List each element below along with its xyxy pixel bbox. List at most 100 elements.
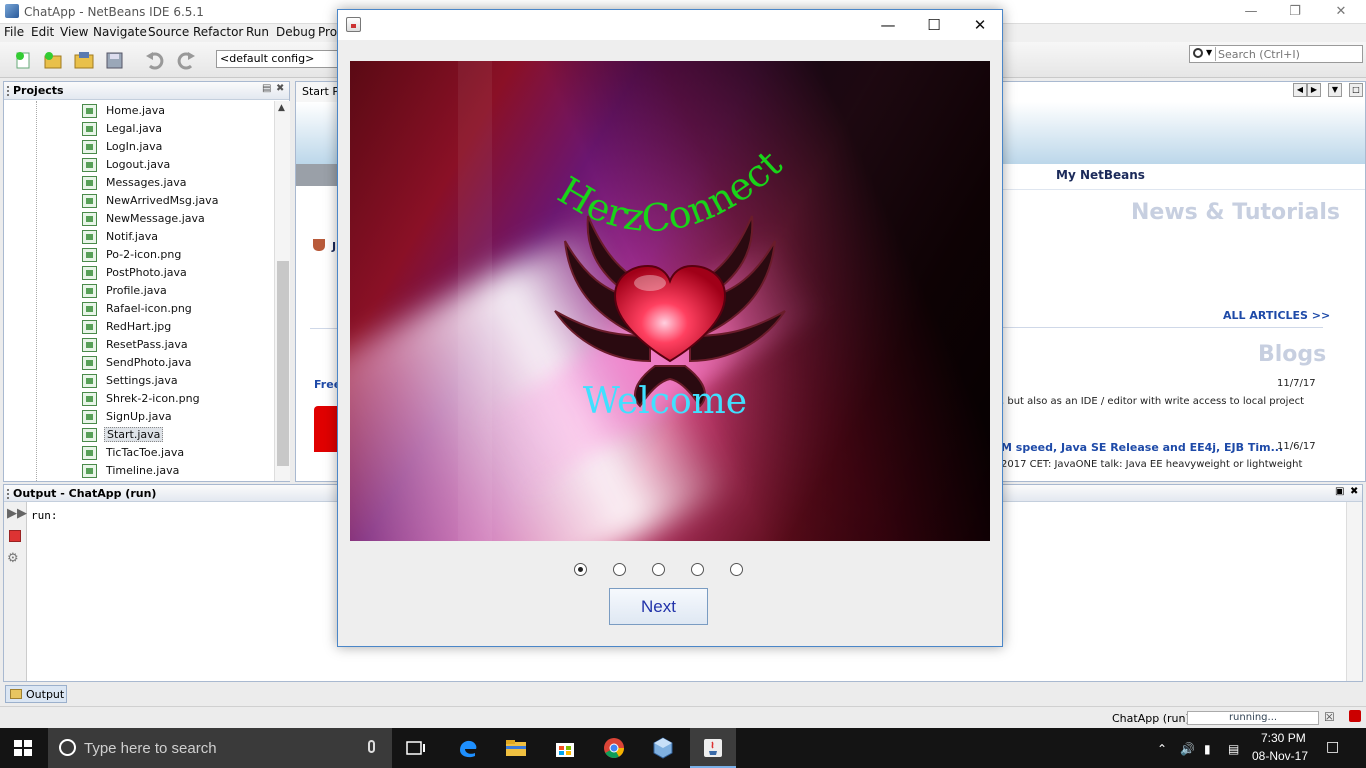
output-title: Output - ChatApp (run) <box>13 487 157 500</box>
step-radio-5[interactable] <box>730 563 743 576</box>
tree-item[interactable]: Timeline.java <box>82 462 272 480</box>
redo-icon[interactable] <box>175 50 197 70</box>
volume-icon[interactable]: 🔊 <box>1180 742 1195 756</box>
scroll-up-icon[interactable]: ▲ <box>278 103 285 113</box>
tree-item[interactable]: Profile.java <box>82 282 272 300</box>
notifications-icon[interactable]: □ <box>1326 739 1339 755</box>
step-radio-2[interactable] <box>613 563 626 576</box>
close-panel-icon[interactable]: ✖ <box>276 83 284 94</box>
minimize-icon[interactable]: — <box>1228 2 1274 22</box>
battery-icon[interactable]: ▮ <box>1204 742 1211 756</box>
tree-item[interactable]: Home.java <box>82 102 272 120</box>
taskbar: Type here to search ⌃ 🔊 ▮ ▤ 7:30 PM 08-N… <box>0 728 1366 768</box>
tree-item[interactable]: RedHart.jpg <box>82 318 272 336</box>
tree-item[interactable]: Rafael-icon.png <box>82 300 272 318</box>
tree-item[interactable]: NewMessage.java <box>82 210 272 228</box>
restore-icon[interactable]: ❐ <box>1272 2 1318 22</box>
tree-item[interactable]: LogIn.java <box>82 138 272 156</box>
tree-item[interactable]: NewArrivedMsg.java <box>82 192 272 210</box>
java-app-taskbar-button[interactable] <box>690 728 736 768</box>
tree-item[interactable]: SignUp.java <box>82 408 272 426</box>
menu-file[interactable]: File <box>4 25 24 39</box>
config-select[interactable]: <default config> <box>216 50 338 68</box>
tree-item[interactable]: Notif.java <box>82 228 272 246</box>
tree-item-selected[interactable]: Start.java <box>82 426 272 444</box>
chevron-left-icon[interactable]: ◀ <box>1293 83 1307 97</box>
chevron-right-icon[interactable]: ▶ <box>1307 83 1321 97</box>
image-file-icon <box>82 320 97 334</box>
settings-icon[interactable]: ⚙ <box>7 551 19 566</box>
step-radio-4[interactable] <box>691 563 704 576</box>
file-explorer-icon[interactable] <box>504 736 528 760</box>
blog-date: 11/7/17 <box>1277 378 1316 389</box>
java-file-icon <box>82 230 97 244</box>
maximize-icon[interactable]: □ <box>1349 83 1363 97</box>
taskbar-search[interactable]: Type here to search <box>48 728 392 768</box>
menu-debug[interactable]: Debug <box>276 25 315 39</box>
close-icon[interactable]: ✕ <box>957 14 1003 36</box>
microphone-icon[interactable] <box>368 740 375 753</box>
tree-item[interactable]: Shrek-2-icon.png <box>82 390 272 408</box>
step-radio-1[interactable] <box>574 563 587 576</box>
menu-view[interactable]: View <box>60 25 88 39</box>
maximize-icon[interactable]: ▣ <box>1335 486 1344 497</box>
minimize-icon[interactable]: — <box>865 14 911 36</box>
scroll-thumb[interactable] <box>277 261 289 466</box>
close-icon[interactable]: ✕ <box>1318 2 1364 22</box>
virtualbox-icon[interactable] <box>651 736 675 760</box>
tree-item[interactable]: Logout.java <box>82 156 272 174</box>
tree-item[interactable]: Legal.java <box>82 120 272 138</box>
menu-refactor[interactable]: Refactor <box>193 25 243 39</box>
chevron-up-icon[interactable]: ⌃ <box>1157 742 1167 756</box>
task-view-icon[interactable] <box>404 736 428 760</box>
step-radio-3[interactable] <box>652 563 665 576</box>
save-all-icon[interactable] <box>104 50 126 70</box>
menu-source[interactable]: Source <box>148 25 189 39</box>
tree-item[interactable]: SendPhoto.java <box>82 354 272 372</box>
projects-header: Projects ▤ ✖ <box>4 82 289 100</box>
ide-search-input[interactable] <box>1218 47 1358 61</box>
new-file-icon[interactable] <box>13 50 35 70</box>
tree-item[interactable]: ResetPass.java <box>82 336 272 354</box>
maximize-icon[interactable]: ☐ <box>911 14 957 36</box>
undo-icon[interactable] <box>144 50 166 70</box>
clock-date[interactable]: 08-Nov-17 <box>1252 749 1308 763</box>
start-page-link[interactable]: J <box>332 240 336 253</box>
new-project-icon[interactable] <box>43 50 65 70</box>
chevron-down-icon[interactable]: ▼ <box>1206 48 1212 57</box>
tree-item[interactable]: TicTacToe.java <box>82 444 272 462</box>
minimize-panel-icon[interactable]: ▤ <box>262 83 271 94</box>
tree-item[interactable]: Messages.java <box>82 174 272 192</box>
tab-output[interactable]: Output <box>5 685 67 703</box>
open-project-icon[interactable] <box>73 50 95 70</box>
ide-search-box[interactable]: ▼ <box>1189 45 1363 63</box>
tree-item[interactable]: Settings.java <box>82 372 272 390</box>
tree-item[interactable]: Po-2-icon.png <box>82 246 272 264</box>
menu-profile[interactable]: Pro <box>318 25 337 39</box>
output-scrollbar[interactable] <box>1346 502 1362 681</box>
clock-time[interactable]: 7:30 PM <box>1261 731 1306 745</box>
store-icon[interactable] <box>553 736 577 760</box>
close-panel-icon[interactable]: ✖ <box>1350 486 1358 497</box>
error-icon[interactable] <box>1349 710 1361 722</box>
network-icon[interactable]: ▤ <box>1228 742 1239 756</box>
cancel-task-icon[interactable]: ☒ <box>1324 710 1335 724</box>
menu-edit[interactable]: Edit <box>31 25 54 39</box>
java-file-icon <box>82 338 97 352</box>
chrome-icon[interactable] <box>602 736 626 760</box>
tab-start-page[interactable]: Start P <box>296 82 340 102</box>
next-button[interactable]: Next <box>609 588 708 625</box>
chevron-down-icon[interactable]: ▼ <box>1328 83 1342 97</box>
projects-scrollbar[interactable]: ▲ <box>274 101 290 481</box>
stop-icon[interactable] <box>9 530 21 542</box>
blog-title-link[interactable]: M speed, Java SE Release and EE4j, EJB T… <box>1001 441 1283 454</box>
menu-run[interactable]: Run <box>246 25 269 39</box>
edge-icon[interactable] <box>456 736 480 760</box>
menu-navigate[interactable]: Navigate <box>93 25 147 39</box>
all-articles-link[interactable]: ALL ARTICLES >> <box>1223 309 1330 322</box>
rerun-icon[interactable]: ▶▶ <box>7 506 27 521</box>
splash-title: HerzConnect <box>551 141 791 240</box>
windows-start-icon[interactable] <box>14 740 32 756</box>
tab-my-netbeans[interactable]: My NetBeans <box>1056 168 1145 182</box>
tree-item[interactable]: PostPhoto.java <box>82 264 272 282</box>
